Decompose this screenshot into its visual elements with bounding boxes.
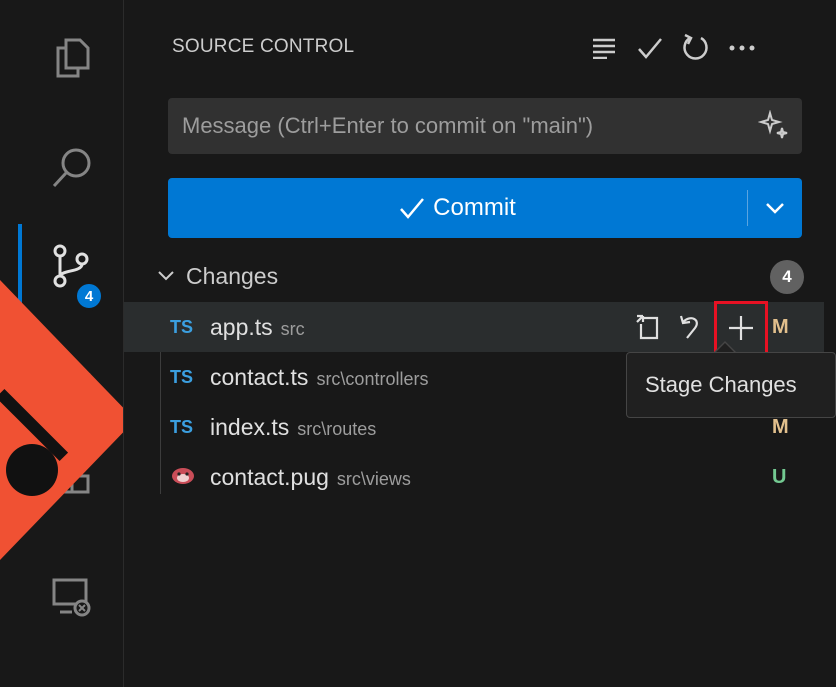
file-name: index.ts bbox=[210, 413, 290, 440]
panel-title: SOURCE CONTROL bbox=[172, 36, 355, 57]
file-dir: src\views bbox=[336, 468, 411, 489]
commit-button-main[interactable]: Commit bbox=[168, 194, 747, 222]
check-icon bbox=[400, 198, 425, 219]
chevron-down-icon bbox=[154, 270, 178, 282]
file-status: M bbox=[772, 315, 789, 338]
file-dir: src bbox=[280, 318, 305, 339]
commit-button[interactable]: Commit bbox=[168, 178, 802, 238]
search-icon[interactable] bbox=[44, 140, 100, 196]
file-status: U bbox=[772, 465, 787, 488]
file-status: M bbox=[772, 415, 789, 438]
refresh-icon[interactable] bbox=[678, 30, 714, 66]
file-entry: index.ts src\routes bbox=[210, 414, 376, 441]
changes-label: Changes bbox=[186, 262, 279, 289]
plus-icon bbox=[729, 316, 753, 340]
commit-dropdown-chevron-icon[interactable] bbox=[748, 178, 802, 238]
panel-title-actions bbox=[586, 30, 760, 66]
source-control-panel: SOURCE CONTROL Commit bbox=[124, 0, 836, 687]
file-row-contact-pug[interactable]: contact.pug src\views U bbox=[124, 452, 824, 502]
file-entry: contact.pug src\views bbox=[210, 464, 411, 491]
open-file-icon[interactable] bbox=[630, 307, 666, 347]
typescript-file-icon: TS bbox=[170, 316, 194, 337]
file-dir: src\controllers bbox=[316, 368, 429, 389]
generate-message-sparkle-icon[interactable] bbox=[757, 109, 790, 142]
commit-button-label: Commit bbox=[433, 194, 516, 221]
file-name: contact.ts bbox=[210, 363, 309, 390]
typescript-file-icon: TS bbox=[170, 416, 194, 437]
file-entry: app.ts src bbox=[210, 314, 305, 341]
commit-check-icon[interactable] bbox=[632, 30, 668, 66]
explorer-icon[interactable] bbox=[44, 30, 100, 86]
view-as-tree-icon[interactable] bbox=[586, 30, 622, 66]
file-name: app.ts bbox=[210, 313, 273, 340]
git-logo bbox=[0, 280, 123, 560]
activity-bar: 4 bbox=[0, 0, 124, 687]
file-name: contact.pug bbox=[210, 463, 329, 490]
commit-message-box bbox=[168, 98, 802, 154]
more-actions-icon[interactable] bbox=[724, 30, 760, 66]
pug-icon bbox=[170, 465, 204, 490]
changes-count-badge: 4 bbox=[770, 260, 804, 294]
changes-group-header[interactable]: Changes 4 bbox=[154, 254, 804, 298]
file-dir: src\routes bbox=[297, 418, 377, 439]
discard-changes-icon[interactable] bbox=[672, 307, 708, 347]
stage-changes-tooltip: Stage Changes bbox=[626, 352, 836, 418]
typescript-file-icon: TS bbox=[170, 366, 194, 387]
file-entry: contact.ts src\controllers bbox=[210, 364, 428, 391]
row-actions bbox=[630, 301, 768, 355]
commit-message-input[interactable] bbox=[182, 113, 742, 139]
